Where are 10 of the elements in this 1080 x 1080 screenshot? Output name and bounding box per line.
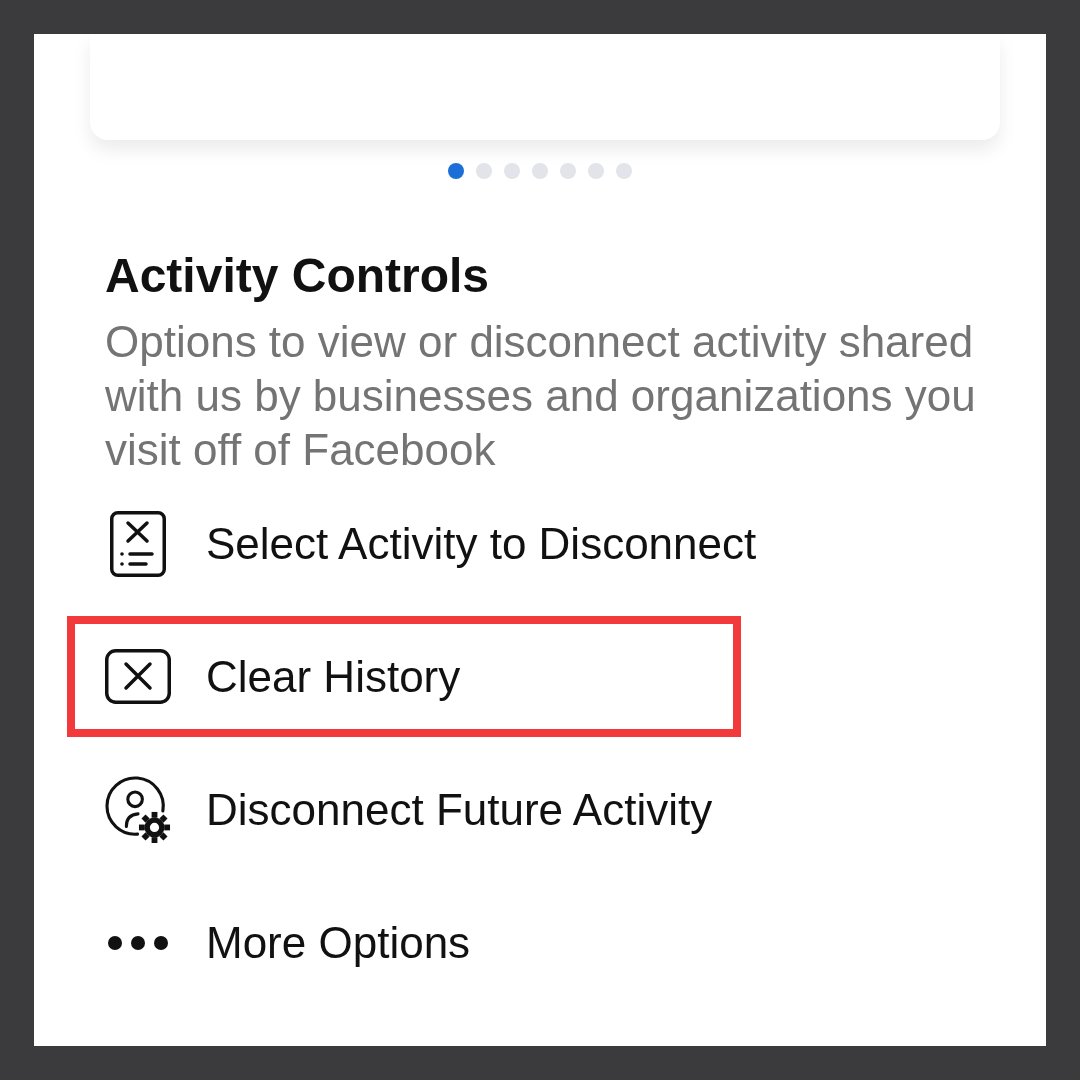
section-title: Activity Controls [105, 248, 491, 304]
menu-item[interactable]: Clear History [105, 649, 461, 704]
menu-item[interactable]: Disconnect Future Activity [105, 774, 713, 845]
menu-item[interactable]: Select Activity to Disconnect [105, 510, 757, 577]
user-settings-icon [105, 774, 171, 845]
checklist-document-icon [110, 510, 166, 577]
close-square-icon [105, 649, 171, 704]
menu-item[interactable]: More Options [105, 916, 471, 969]
section-description: Options to view or disconnect activity shared with us by businesses and organizations you visit off of Facebook [105, 316, 977, 476]
more-dots-icon [108, 934, 168, 951]
